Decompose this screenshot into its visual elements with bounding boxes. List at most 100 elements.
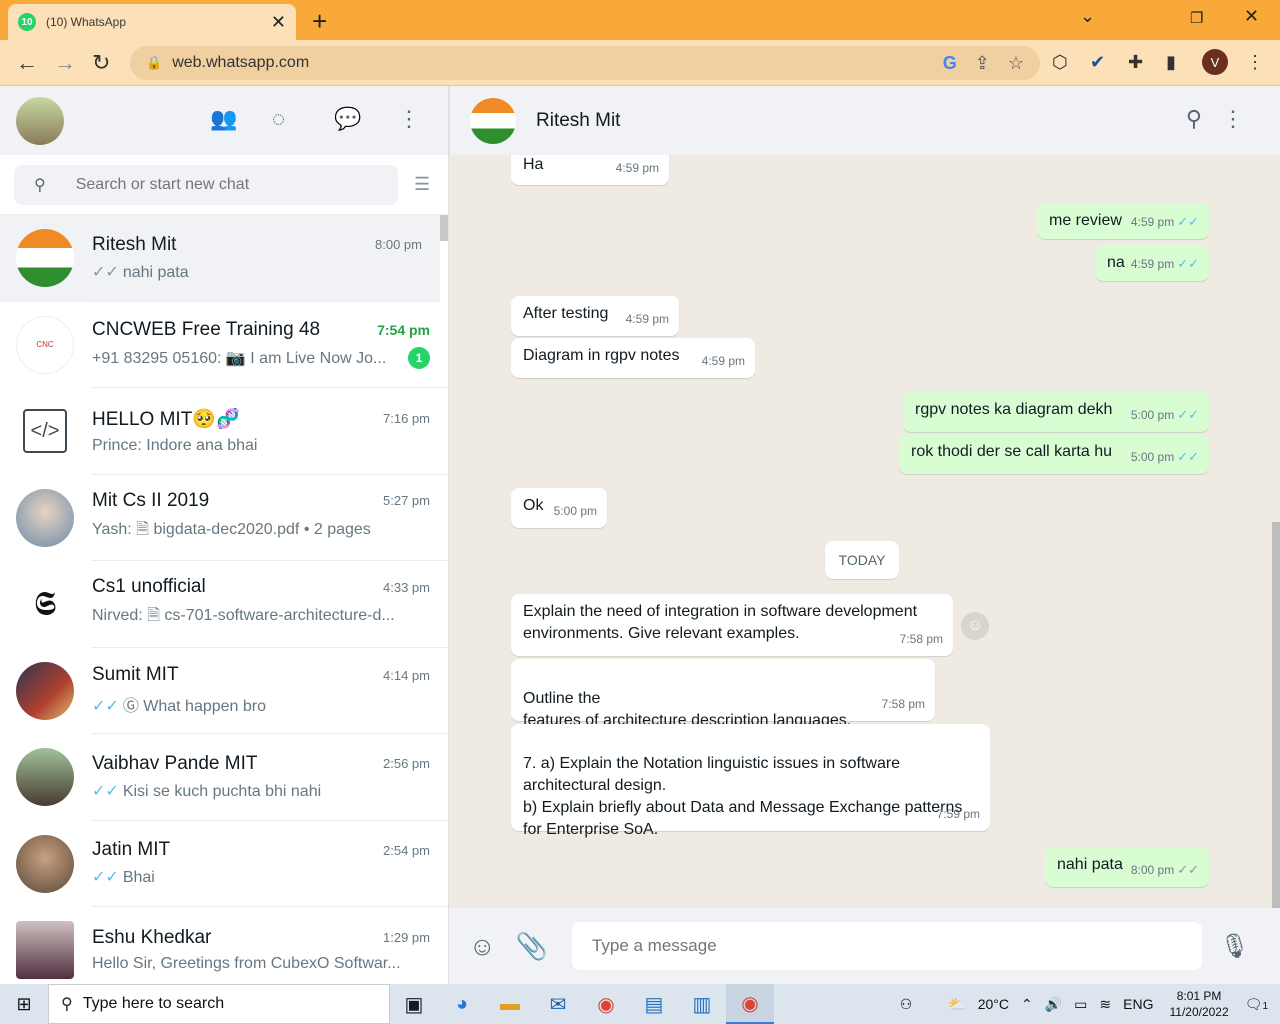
address-bar-row: ← → ↻ 🔒 web.whatsapp.com G ⇪ ☆ ⬡ ✔ ✚ ▮ ⋮ <box>0 40 1280 86</box>
volume-icon[interactable]: 🔊 <box>1045 996 1062 1013</box>
incoming-message[interactable]: Explain the need of integration in softw… <box>511 594 953 656</box>
people-icon[interactable]: ⚇ <box>900 996 913 1013</box>
react-emoji-icon[interactable]: ☺ <box>961 612 989 640</box>
chat-item[interactable]: Vaibhav Pande MIT 2:56 pm ✓✓ Kisi se kuch … <box>0 734 448 821</box>
incoming-message[interactable]: After testing 4:59 pm <box>511 296 679 336</box>
chat-last-message: Bhai <box>122 869 155 887</box>
extensions-puzzle-icon[interactable]: ✚ <box>1128 52 1143 73</box>
communities-icon[interactable]: 👥 <box>210 106 237 132</box>
windows-start-icon[interactable]: ⊞ <box>0 994 48 1015</box>
url-text[interactable]: web.whatsapp.com <box>172 54 925 72</box>
whatsapp-favicon-icon: 10 <box>18 13 36 31</box>
filter-icon[interactable]: ☰ <box>414 174 430 195</box>
chat-item[interactable]: 𝕾 Cs1 unofficial 4:33 pm Nirved: 🗎 cs-701… <box>0 561 448 648</box>
task-view-icon[interactable]: ▣ <box>390 984 438 1024</box>
profile-avatar[interactable]: V <box>1202 49 1228 75</box>
chat-avatar <box>16 834 74 893</box>
attach-icon[interactable]: 📎 <box>516 931 548 962</box>
incoming-message[interactable]: Ha 4:59 pm <box>511 155 669 185</box>
chat-last-message: Hello Sir, Greetings from CubexO Softwar… <box>92 954 401 972</box>
back-arrow-icon[interactable]: ← <box>16 50 38 76</box>
chat-last-message: +91 83295 05160: 📷 I am Live Now Jo... <box>92 350 387 368</box>
notifications-icon[interactable]: 🗨1 <box>1245 996 1268 1013</box>
restore-window-icon[interactable]: ❐ <box>1190 9 1203 27</box>
chat-time: 7:54 pm <box>377 322 430 339</box>
weather-icon[interactable]: ⛅ <box>948 996 965 1013</box>
chat-item[interactable]: Sumit MIT 4:14 pm ✓✓ Ⓖ What happen bro <box>0 647 448 734</box>
search-icon[interactable]: ⚲ <box>1186 106 1202 132</box>
chat-last-message: nahi pata <box>122 263 189 281</box>
tab-search-chevron-icon[interactable]: ⌄ <box>1080 6 1095 27</box>
conversation-header[interactable]: Ritesh Mit ⚲ ⋮ <box>449 86 1280 155</box>
outgoing-message[interactable]: nahi pata 8:00 pm ✓✓ <box>1045 847 1209 887</box>
forward-arrow-icon[interactable]: → <box>54 50 76 76</box>
extension-cube-icon[interactable]: ⬡ <box>1052 52 1068 73</box>
omnibox[interactable]: 🔒 web.whatsapp.com G ⇪ ☆ <box>130 46 1040 80</box>
google-lens-icon[interactable]: G <box>943 53 957 74</box>
chat-item[interactable]: CNC CNCWEB Free Training 48 7:54 pm +91 8… <box>0 301 448 388</box>
chat-item[interactable]: </> HELLO MIT🥺🧬 7:16 pm Prince: Indore an… <box>0 388 448 475</box>
my-avatar[interactable] <box>16 96 64 145</box>
bookmark-star-icon[interactable]: ☆ <box>1008 53 1024 74</box>
microphone-icon[interactable]: 🎙 <box>1220 932 1250 961</box>
outgoing-message[interactable]: me review 4:59 pm ✓✓ <box>1037 203 1209 239</box>
share-icon[interactable]: ⇪ <box>975 53 990 74</box>
incoming-message[interactable]: Ok 5:00 pm <box>511 488 607 528</box>
chat-item[interactable]: Ritesh Mit 8:00 pm ✓✓ nahi pata <box>0 215 440 302</box>
chat-item[interactable]: Jatin MIT 2:54 pm ✓✓ Bhai <box>0 820 448 907</box>
menu-icon[interactable]: ⋮ <box>398 106 420 132</box>
wifi-icon[interactable]: ≋ <box>1099 996 1111 1013</box>
close-window-icon[interactable]: ✕ <box>1244 6 1259 27</box>
message-scrollbar[interactable] <box>1272 522 1280 908</box>
search-icon: ⚲ <box>61 996 73 1013</box>
incoming-message[interactable]: Outline the features of architecture des… <box>511 659 935 729</box>
side-panel-icon[interactable]: ▮ <box>1166 52 1176 73</box>
mail-icon[interactable]: ✉ <box>534 984 582 1024</box>
date-divider: TODAY <box>825 541 899 579</box>
status-icon[interactable]: ◌ <box>272 106 285 132</box>
menu-icon[interactable]: ⋮ <box>1222 106 1244 132</box>
extension-check-icon[interactable]: ✔ <box>1090 52 1105 73</box>
chat-name: Eshu Khedkar <box>92 926 212 948</box>
contact-name[interactable]: Ritesh Mit <box>536 110 620 132</box>
outgoing-message[interactable]: rgpv notes ka diagram dekh 5:00 pm ✓✓ <box>903 392 1209 432</box>
incoming-message[interactable]: 7. a) Explain the Notation linguistic is… <box>511 724 990 838</box>
chat-list-pane: 👥 ◌ 💬 ⋮ ⚲ ☰ Ritesh Mit8:00 pm ✓✓nahi pat… <box>0 86 449 984</box>
incoming-message[interactable]: Diagram in rgpv notes 4:59 pm <box>511 338 755 378</box>
chat-list-scrollbar[interactable] <box>440 215 448 241</box>
emoji-icon[interactable]: ☺ <box>469 931 496 962</box>
reload-icon[interactable]: ↻ <box>92 50 110 76</box>
search-input[interactable] <box>75 175 356 194</box>
chat-time: 2:54 pm <box>383 842 430 858</box>
file-explorer-icon[interactable]: ▬ <box>486 984 534 1024</box>
new-chat-icon[interactable]: 💬 <box>334 106 361 132</box>
browser-tab[interactable]: 10 (10) WhatsApp ✕ <box>8 4 296 40</box>
outgoing-message[interactable]: na 4:59 pm ✓✓ <box>1095 245 1209 281</box>
chrome-active-icon[interactable]: ◉ <box>726 984 774 1024</box>
taskbar-search[interactable]: ⚲ Type here to search <box>48 984 390 1024</box>
browser-menu-icon[interactable]: ⋮ <box>1246 52 1264 73</box>
search-box[interactable]: ⚲ <box>14 164 398 205</box>
battery-icon[interactable]: ▭ <box>1074 996 1087 1013</box>
code-icon: </> <box>23 409 67 454</box>
edge-browser-icon[interactable]: ◕ <box>438 984 486 1024</box>
double-tick-icon: ✓✓ <box>92 698 119 716</box>
new-tab-button[interactable]: + <box>312 6 327 37</box>
language-indicator[interactable]: ENG <box>1123 996 1153 1012</box>
close-tab-icon[interactable]: ✕ <box>271 12 286 33</box>
chat-item[interactable]: Eshu Khedkar 1:29 pm Hello Sir, Greetings… <box>0 907 448 984</box>
lock-icon[interactable]: 🔒 <box>146 55 162 71</box>
weather-temp[interactable]: 20°C <box>978 996 1009 1012</box>
chat-time: 2:56 pm <box>383 756 430 772</box>
double-tick-icon: ✓✓ <box>1177 862 1199 877</box>
chrome-icon[interactable]: ◉ <box>582 984 630 1024</box>
message-input[interactable] <box>571 922 1202 970</box>
clock[interactable]: 8:01 PM 11/20/2022 <box>1169 988 1228 1020</box>
chat-item[interactable]: Mit Cs II 2019 5:27 pm Yash: 🗎 bigdata-de… <box>0 474 448 561</box>
app-icon[interactable]: ▤ <box>630 984 678 1024</box>
double-tick-icon: ✓✓ <box>1177 449 1199 464</box>
outgoing-message[interactable]: rok thodi der se call karta hu 5:00 pm ✓✓ <box>899 434 1209 474</box>
chevron-up-icon[interactable]: ⌃ <box>1021 996 1033 1013</box>
contact-avatar[interactable] <box>470 97 516 144</box>
app-icon[interactable]: ▥ <box>678 984 726 1024</box>
